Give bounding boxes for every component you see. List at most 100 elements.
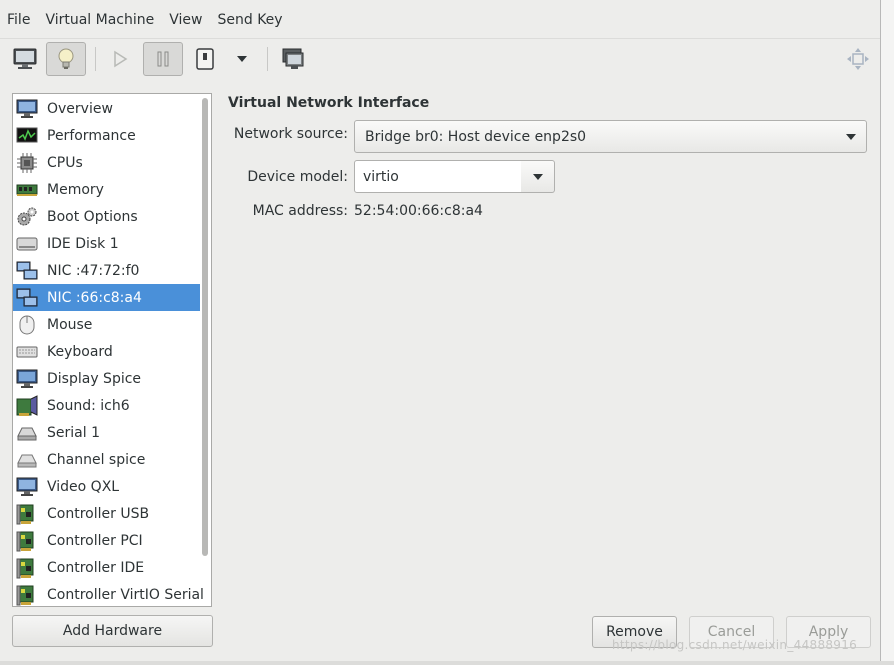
hardware-list-item-label: IDE Disk 1 [47, 235, 119, 252]
disk-drive-icon [16, 233, 38, 255]
hardware-list-item[interactable]: Channel spice [13, 446, 200, 473]
hardware-list-item[interactable]: Controller VirtIO Serial [13, 581, 204, 606]
hardware-list-item[interactable]: Mouse [13, 311, 200, 338]
hardware-list-item[interactable]: IDE Disk 1 [13, 230, 200, 257]
hardware-list-item[interactable]: Memory [13, 176, 200, 203]
hardware-list-item-label: Overview [47, 100, 113, 117]
hardware-list-item-label: Controller USB [47, 505, 150, 522]
shutdown-button[interactable] [185, 42, 225, 76]
background-window-bottom [0, 661, 894, 665]
hardware-list-item-label: Performance [47, 127, 136, 144]
hardware-list-item[interactable]: CPUs [13, 149, 200, 176]
hardware-list-item-label: Channel spice [47, 451, 146, 468]
gears-icon [16, 206, 38, 228]
network-source-value: Bridge br0: Host device enp2s0 [365, 128, 587, 145]
controller-card-icon [16, 557, 38, 579]
hardware-list-item[interactable]: Video QXL [13, 473, 200, 500]
hardware-list-item-label: CPUs [47, 154, 83, 171]
hardware-list-item-label: Sound: ich6 [47, 397, 130, 414]
hardware-list-item[interactable]: Controller PCI [13, 527, 200, 554]
menu-virtual-machine[interactable]: Virtual Machine [38, 8, 162, 36]
hardware-list-item-label: Controller IDE [47, 559, 145, 576]
watermark: https://blog.csdn.net/weixin_44888916 [612, 638, 858, 652]
serial-port-icon [16, 422, 38, 444]
memory-ram-icon [16, 179, 38, 201]
network-source-label: Network source: [233, 126, 348, 142]
device-model-input[interactable]: virtio [354, 160, 522, 193]
console-button[interactable] [5, 42, 45, 76]
snapshots-icon [282, 48, 304, 69]
shutdown-power-icon [196, 48, 214, 70]
performance-graph-icon [16, 125, 38, 147]
chevron-down-icon [533, 174, 543, 180]
run-button[interactable] [100, 42, 140, 76]
shutdown-dropdown-button[interactable] [222, 42, 262, 76]
mouse-icon [16, 314, 38, 336]
controller-card-icon [16, 530, 38, 552]
hardware-list-item-label: Keyboard [47, 343, 113, 360]
hardware-list-item[interactable]: Controller USB [13, 500, 200, 527]
hardware-list-item[interactable]: Performance [13, 122, 200, 149]
device-model-dropdown-button[interactable] [521, 160, 555, 193]
network-icon [16, 260, 38, 282]
hardware-list-item[interactable]: Keyboard [13, 338, 200, 365]
menu-bar: File Virtual Machine View Send Key [0, 8, 291, 36]
network-icon [16, 287, 38, 309]
toolbar-separator [95, 47, 96, 71]
shutdown-dropdown-icon [237, 56, 247, 62]
details-button[interactable] [46, 42, 86, 76]
scrollbar-thumb[interactable] [202, 98, 208, 556]
fullscreen-button[interactable] [838, 42, 878, 76]
keyboard-icon [16, 341, 38, 363]
hardware-list-item[interactable]: Sound: ich6 [13, 392, 200, 419]
controller-card-icon [16, 584, 38, 606]
hardware-list-item-label: Controller PCI [47, 532, 143, 549]
menu-file[interactable]: File [0, 8, 38, 36]
hardware-list-item-label: Controller VirtIO Serial [47, 586, 204, 603]
controller-card-icon [16, 503, 38, 525]
console-monitor-icon [13, 48, 37, 69]
cpu-chip-icon [16, 152, 38, 174]
hardware-list[interactable]: Controller VirtIO Serial Controller IDE Co… [12, 93, 212, 607]
menu-view[interactable]: View [162, 8, 210, 36]
hardware-list-scrollbar[interactable] [200, 95, 210, 605]
hardware-list-item-label: Boot Options [47, 208, 138, 225]
vm-details-window: File Virtual Machine View Send Key Contr… [0, 0, 881, 662]
add-hardware-button[interactable]: Add Hardware [12, 615, 213, 647]
hardware-list-item-label: Memory [47, 181, 104, 198]
fullscreen-move-icon [847, 48, 869, 70]
hardware-list-item-label: Serial 1 [47, 424, 100, 441]
hardware-list-item-label: Mouse [47, 316, 93, 333]
hardware-list-item[interactable]: NIC :66:c8:a4 [13, 284, 200, 311]
hardware-list-item-label: Display Spice [47, 370, 142, 387]
mac-address-label: MAC address: [252, 203, 348, 219]
hardware-list-item[interactable]: Boot Options [13, 203, 200, 230]
display-monitor-icon [16, 368, 38, 390]
hardware-list-item-label: NIC :47:72:f0 [47, 262, 140, 279]
pause-button[interactable] [143, 42, 183, 76]
toolbar-separator [267, 47, 268, 71]
menu-send-key[interactable]: Send Key [210, 8, 290, 36]
details-lightbulb-icon [58, 48, 74, 69]
hardware-list-item[interactable]: Overview [13, 95, 200, 122]
section-title: Virtual Network Interface [228, 95, 430, 111]
hardware-list-item[interactable]: Controller IDE [13, 554, 200, 581]
device-model-label: Device model: [247, 169, 348, 185]
hardware-list-item-label: NIC :66:c8:a4 [47, 289, 142, 306]
run-play-icon [114, 50, 128, 68]
hardware-list-item[interactable]: NIC :47:72:f0 [13, 257, 200, 284]
sound-card-icon [16, 394, 38, 417]
video-monitor-icon [16, 476, 38, 498]
background-window-edge [881, 0, 894, 665]
network-source-combo[interactable]: Bridge br0: Host device enp2s0 [354, 120, 867, 153]
hardware-list-item[interactable]: Display Spice [13, 365, 200, 392]
chevron-down-icon [846, 134, 856, 140]
channel-icon [16, 449, 38, 471]
monitor-icon [16, 98, 38, 120]
hardware-list-item-label: Video QXL [47, 478, 120, 495]
pause-icon [157, 51, 169, 67]
snapshots-button[interactable] [273, 42, 313, 76]
hardware-list-item[interactable]: Serial 1 [13, 419, 200, 446]
mac-address-value: 52:54:00:66:c8:a4 [354, 203, 483, 219]
toolbar [0, 38, 880, 81]
